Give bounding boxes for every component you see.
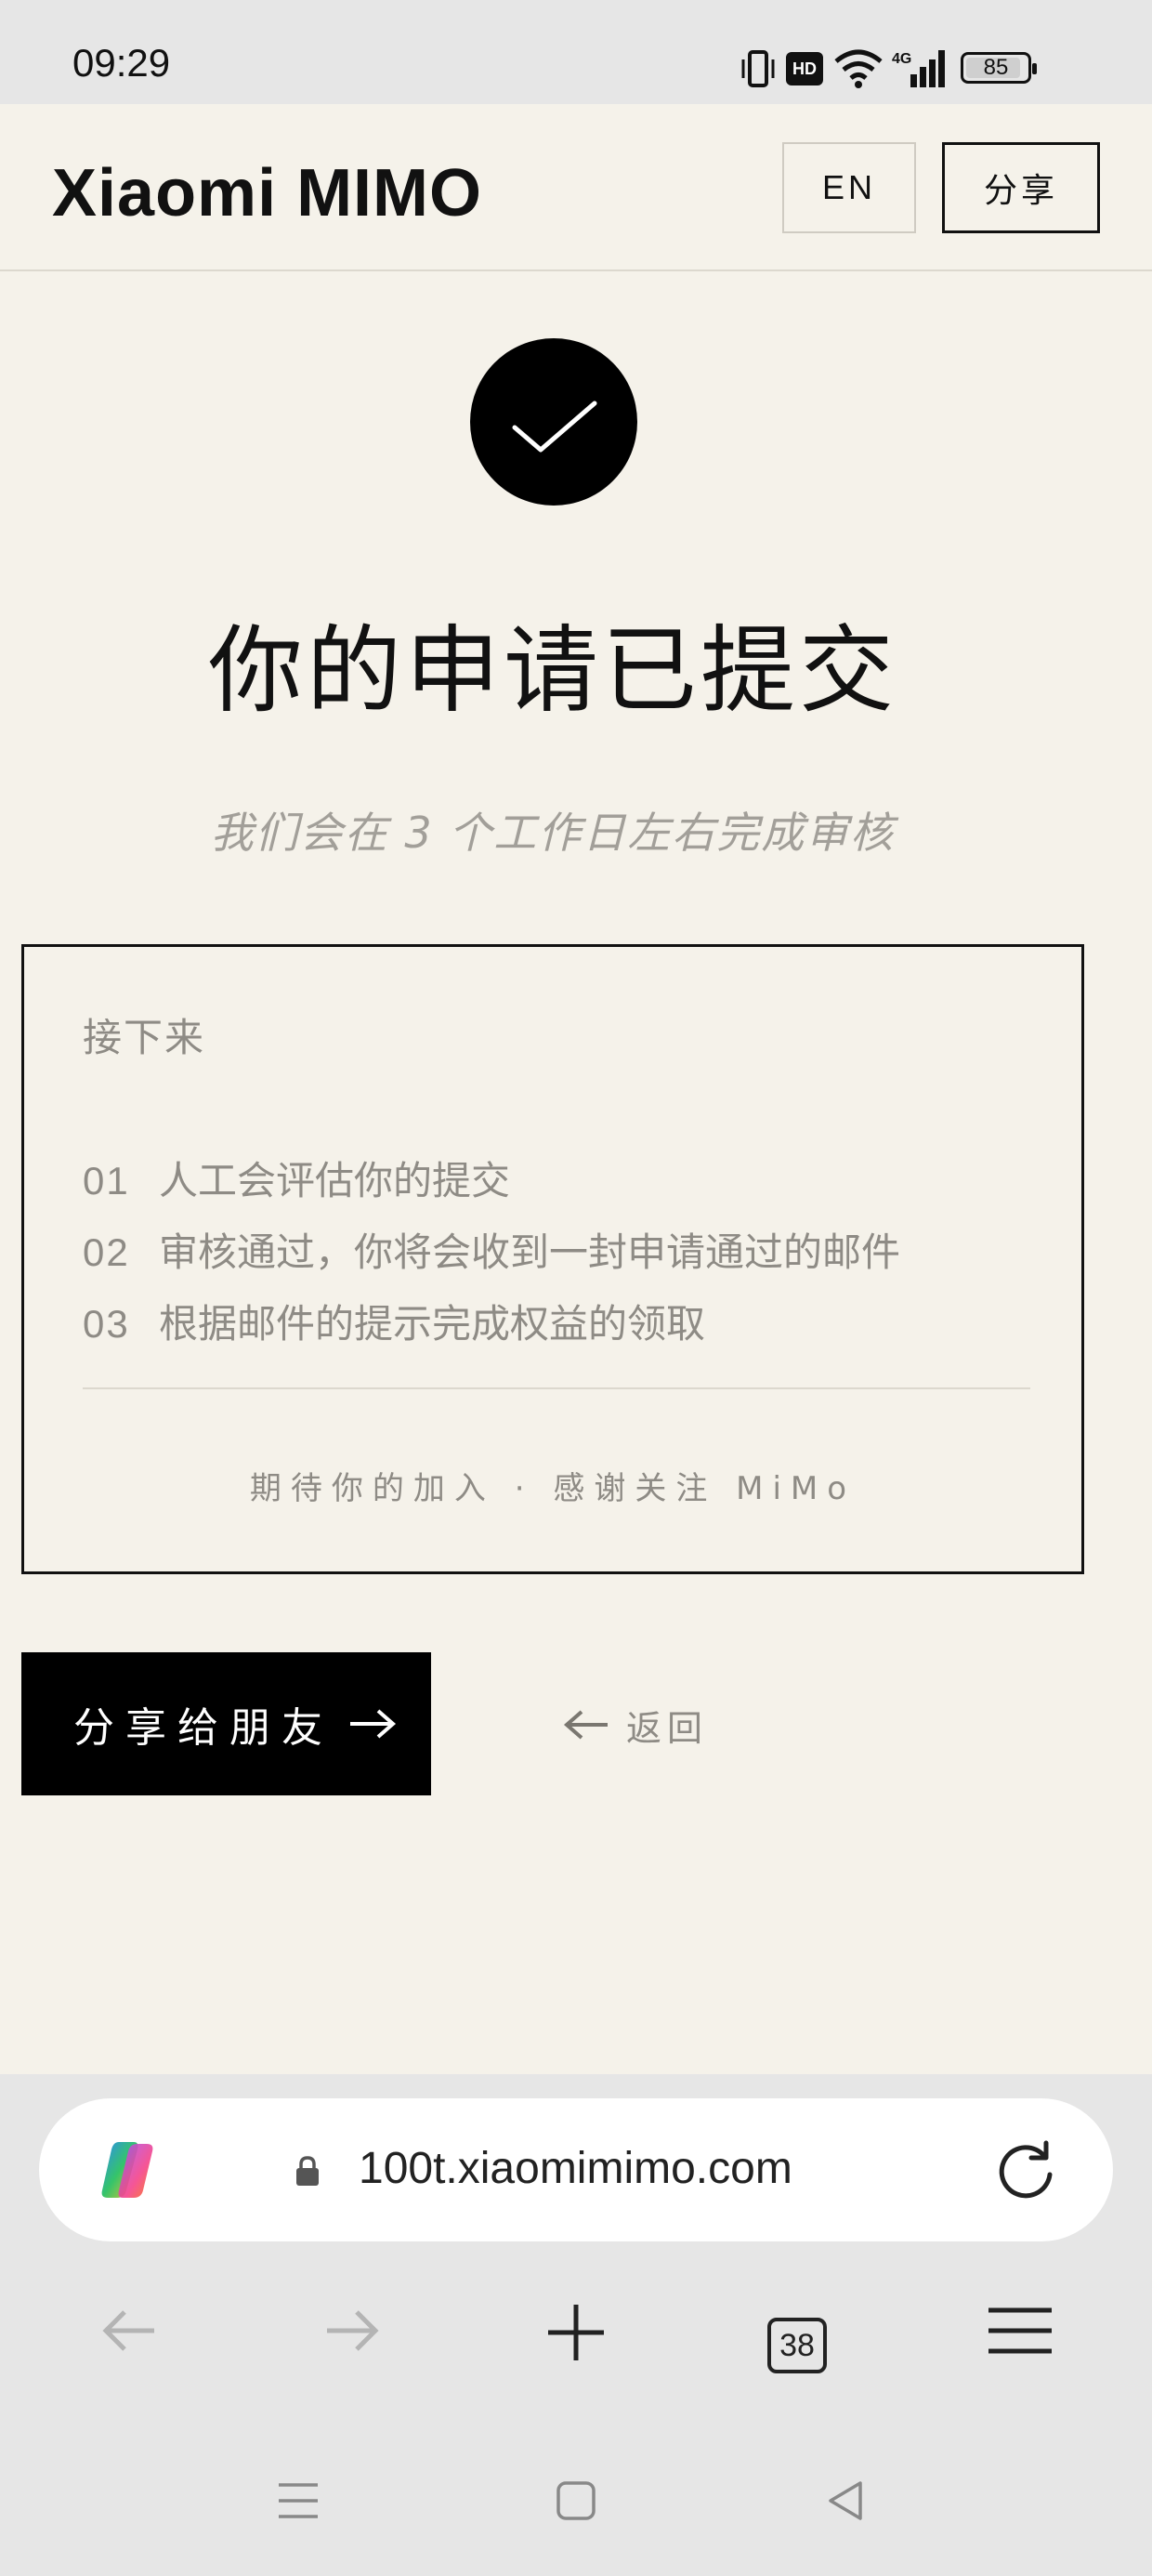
step-text: 根据邮件的提示完成权益的领取 (159, 1301, 706, 1347)
hd-icon: HD (786, 52, 823, 85)
network-label: 4G (892, 51, 911, 67)
site-header: Xiaomi MIMO EN 分享 (0, 104, 1152, 271)
step-item: 03 根据邮件的提示完成权益的领取 (83, 1293, 705, 1349)
checkmark-icon (512, 401, 597, 453)
card-footer-text: 期待你的加入 · 感谢关注 MiMo (249, 1470, 857, 1507)
recent-apps-icon[interactable] (277, 2479, 320, 2522)
arrow-left-icon (563, 1710, 608, 1740)
step-number: 02 (83, 1230, 130, 1274)
language-button[interactable]: EN (782, 142, 916, 233)
lock-icon (296, 2156, 319, 2186)
step-number: 01 (83, 1159, 130, 1203)
page-title: 你的申请已提交 (208, 616, 897, 727)
step-item: 01 人工会评估你的提交 (83, 1150, 510, 1206)
new-tab-icon[interactable] (544, 2301, 608, 2364)
success-check-icon (470, 338, 637, 506)
reload-icon[interactable] (990, 2136, 1061, 2206)
url-text[interactable]: 100t.xiaomimimo.com (359, 2143, 792, 2194)
back-button[interactable]: 返回 (563, 1697, 708, 1753)
step-text: 审核通过，你将会收到一封申请通过的邮件 (159, 1229, 901, 1275)
arrow-right-icon (350, 1709, 397, 1739)
signal-4g-icon: 4G (892, 50, 945, 87)
page-subtitle: 我们会在 3 个工作日左右完成审核 (210, 808, 896, 858)
copilot-icon[interactable] (91, 2133, 165, 2207)
forward-nav-icon[interactable] (321, 2301, 381, 2360)
share-button[interactable]: 分享 (942, 142, 1100, 233)
address-bar[interactable]: 100t.xiaomimimo.com (39, 2098, 1113, 2241)
share-to-friend-label: 分享给朋友 (73, 1704, 334, 1752)
logo[interactable]: Xiaomi MIMO (52, 155, 482, 231)
back-label: 返回 (626, 1707, 709, 1749)
step-number: 03 (83, 1302, 130, 1346)
battery-level: 85 (983, 55, 1009, 80)
wifi-icon (834, 49, 883, 88)
battery-icon: 85 (961, 52, 1037, 84)
vibrate-icon (741, 50, 775, 87)
step-text: 人工会评估你的提交 (159, 1158, 511, 1203)
status-time: 09:29 (72, 41, 171, 85)
home-icon[interactable] (555, 2479, 597, 2522)
next-steps-heading: 接下来 (83, 1015, 206, 1060)
status-bar: 09:29 HD 4G 85 (0, 0, 1152, 104)
divider (83, 1387, 1030, 1389)
back-nav-icon[interactable] (100, 2301, 160, 2360)
next-steps-card: 接下来 01 人工会评估你的提交 02 审核通过，你将会收到一封申请通过的邮件 03… (21, 944, 1084, 1574)
system-back-icon[interactable] (825, 2479, 868, 2522)
step-item: 02 审核通过，你将会收到一封申请通过的邮件 (83, 1221, 900, 1278)
menu-icon[interactable] (987, 2301, 1054, 2360)
tabs-button[interactable]: 38 (767, 2318, 827, 2373)
share-to-friend-button[interactable]: 分享给朋友 (21, 1652, 431, 1795)
